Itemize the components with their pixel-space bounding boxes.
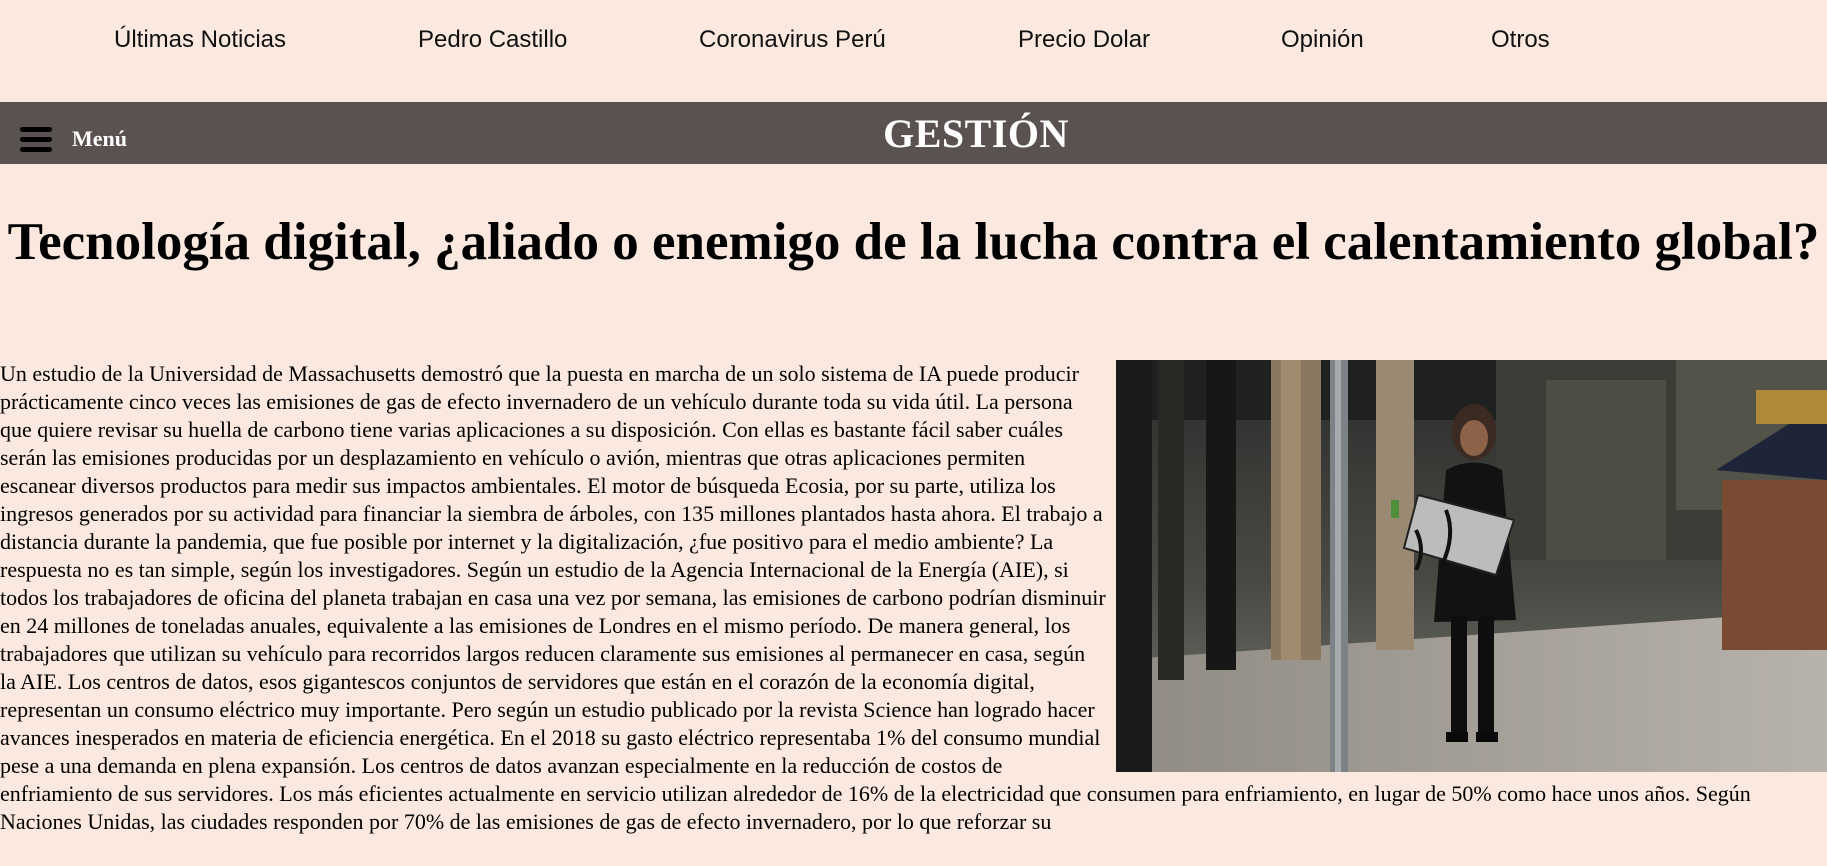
nav-link-precio-dolar[interactable]: Precio Dolar xyxy=(1018,26,1150,54)
nav-link-ultimas-noticias[interactable]: Últimas Noticias xyxy=(114,26,286,54)
nav-link-otros[interactable]: Otros xyxy=(1491,26,1550,54)
top-navigation: Últimas Noticias Pedro Castillo Coronavi… xyxy=(0,0,1827,102)
street-photo-illustration xyxy=(1116,360,1827,772)
article-photo xyxy=(1116,360,1827,772)
nav-link-opinion[interactable]: Opinión xyxy=(1281,26,1364,54)
site-header-bar: Menú GESTIÓN xyxy=(0,102,1827,164)
site-logo[interactable]: GESTIÓN xyxy=(0,110,1827,157)
article-body: Un estudio de la Universidad de Massachu… xyxy=(0,360,1827,836)
nav-link-pedro-castillo[interactable]: Pedro Castillo xyxy=(418,26,567,54)
nav-link-coronavirus-peru[interactable]: Coronavirus Perú xyxy=(699,26,886,54)
article-title: Tecnología digital, ¿aliado o enemigo de… xyxy=(7,213,1820,271)
